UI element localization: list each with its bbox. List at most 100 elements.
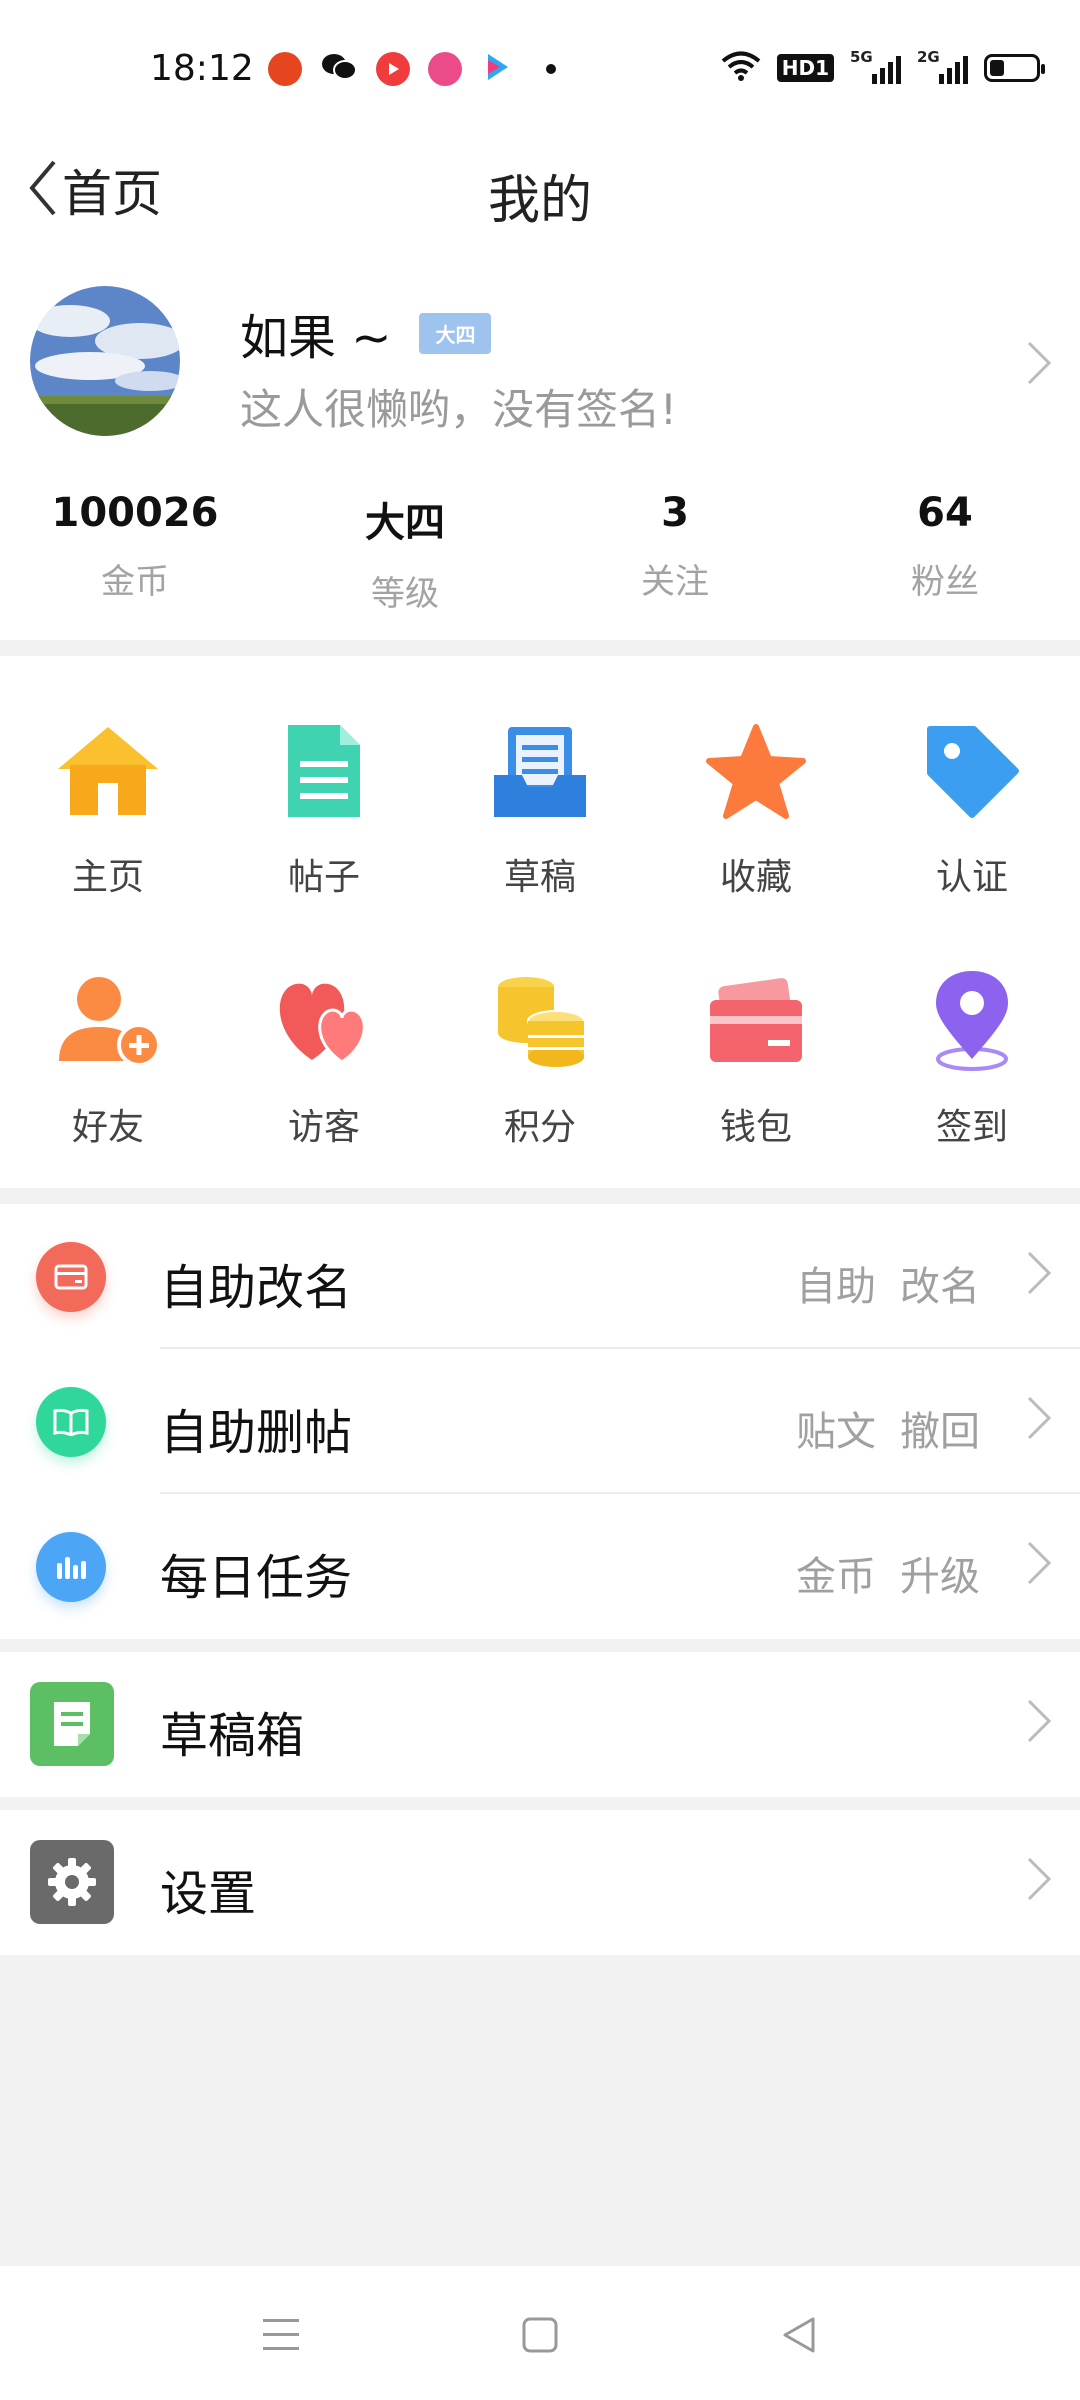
status-time: 18:12 [150,48,254,89]
grid-label: 草稿 [503,857,576,898]
home-icon [53,716,163,826]
grid-label: 积分 [503,1107,576,1148]
avatar[interactable] [30,286,180,436]
tag-icon [917,716,1027,826]
list-item-rename[interactable]: 自助改名 自助 改名 [0,1204,1080,1349]
notification-icons [268,50,556,88]
list-hint: 金币 升级 [796,1544,980,1602]
grid-item-favorites[interactable]: 收藏 [648,716,864,900]
hint-text: 金币 [796,1554,876,1600]
list-label: 设置 [160,1866,257,1922]
book-icon [36,1387,106,1457]
hearts-icon [269,966,379,1076]
chevron-right-icon [1026,1250,1052,1300]
list-item-daily-tasks[interactable]: 每日任务 金币 升级 [0,1494,1080,1639]
grid-label: 主页 [71,857,144,898]
system-indicators: HD1 5G 2G [721,48,1045,86]
list-label: 草稿箱 [160,1708,305,1764]
menu-icon[interactable] [256,2310,306,2360]
level-badge: 大四 [419,312,492,354]
hint-text: 撤回 [900,1409,980,1455]
hint-text: 改名 [900,1264,980,1310]
status-bar: 18:12 HD1 5G 2G [0,0,1080,140]
feature-grid: 主页 帖子 草稿 收藏 认证 好友 访客 积分 钱包 签到 [0,656,1080,1188]
settings-section: 设置 [0,1810,1080,1955]
tools-list: 自助改名 自助 改名 自助删帖 贴文 撤回 每日任务 金币 升级 [0,1204,1080,1639]
list-item-settings[interactable]: 设置 [0,1810,1080,1955]
grid-label: 签到 [935,1107,1008,1148]
star-icon [701,716,811,826]
stat-value: 64 [917,490,973,536]
signature: 这人很懒哟，没有签名! [240,385,677,434]
list-label: 自助改名 [160,1260,353,1316]
grid-item-verify[interactable]: 认证 [864,716,1080,900]
post-document-icon [269,716,379,826]
grid-item-wallet[interactable]: 钱包 [648,966,864,1150]
grid-item-checkin[interactable]: 签到 [864,966,1080,1150]
home-square-icon[interactable] [515,2310,565,2360]
list-item-draft-box[interactable]: 草稿箱 [0,1652,1080,1797]
page-title: 我的 [487,171,592,231]
hd-voice-badge: HD1 [776,54,834,82]
chevron-right-icon [1026,1395,1052,1445]
username-row: 如果 ~ 大四 [240,298,492,368]
list-hint: 自助 改名 [796,1254,980,1312]
add-friend-icon [53,966,163,1076]
grid-label: 访客 [287,1107,360,1148]
wifi-icon [721,50,761,86]
list-item-delete-post[interactable]: 自助删帖 贴文 撤回 [0,1349,1080,1494]
grid-label: 收藏 [719,857,792,898]
grid-label: 认证 [935,857,1008,898]
stat-label: 粉丝 [911,562,979,602]
stat-fans[interactable]: 64 粉丝 [810,490,1080,615]
draft-tray-icon [485,716,595,826]
battery-icon [984,54,1045,82]
signal-5g-icon: 5G [850,48,901,84]
grid-item-posts[interactable]: 帖子 [216,716,432,900]
list-hint: 贴文 撤回 [796,1399,980,1457]
draft-box-icon [30,1682,114,1766]
stats-row: 100026 金币 大四 等级 3 关注 64 粉丝 [0,490,1080,615]
back-triangle-icon[interactable] [774,2310,824,2360]
stat-coins[interactable]: 100026 金币 [0,490,270,615]
pink-app-icon [428,52,462,86]
drafts-section: 草稿箱 [0,1652,1080,1797]
grid-item-visitors[interactable]: 访客 [216,966,432,1150]
chevron-right-icon [1026,1540,1052,1590]
list-label: 自助删帖 [160,1405,353,1461]
chevron-right-icon [1026,1856,1052,1906]
grid-item-home[interactable]: 主页 [0,716,216,900]
youku-icon [480,50,514,88]
hint-text: 自助 [796,1264,876,1310]
app-notification-icon [268,52,302,86]
grid-label: 钱包 [719,1107,792,1148]
coins-icon [485,966,595,1076]
stat-label: 关注 [641,562,709,602]
chevron-right-icon [1026,1698,1052,1748]
gear-icon [30,1840,114,1924]
username: 如果 ~ [240,310,392,366]
top-bar: 首页 我的 [0,140,1080,240]
stat-following[interactable]: 3 关注 [540,490,810,615]
grid-item-points[interactable]: 积分 [432,966,648,1150]
stat-level[interactable]: 大四 等级 [270,490,540,615]
list-label: 每日任务 [160,1550,353,1606]
location-pin-icon [917,966,1027,1076]
stat-value: 大四 [365,500,445,546]
stat-label: 等级 [371,574,439,614]
grid-item-friends[interactable]: 好友 [0,966,216,1150]
wechat-icon [320,51,358,87]
bar-chart-icon [36,1532,106,1602]
wallet-card-icon [701,966,811,1076]
hint-text: 贴文 [796,1409,876,1455]
grid-label: 帖子 [287,857,360,898]
stat-value: 100026 [51,490,219,536]
system-nav-bar [0,2266,1080,2400]
grid-label: 好友 [71,1107,144,1148]
grid-item-drafts[interactable]: 草稿 [432,716,648,900]
video-app-icon [376,52,410,86]
more-dot-icon [546,64,556,74]
profile-chevron-right-icon[interactable] [1026,340,1052,390]
stat-label: 金币 [101,562,169,602]
hint-text: 升级 [900,1554,980,1600]
